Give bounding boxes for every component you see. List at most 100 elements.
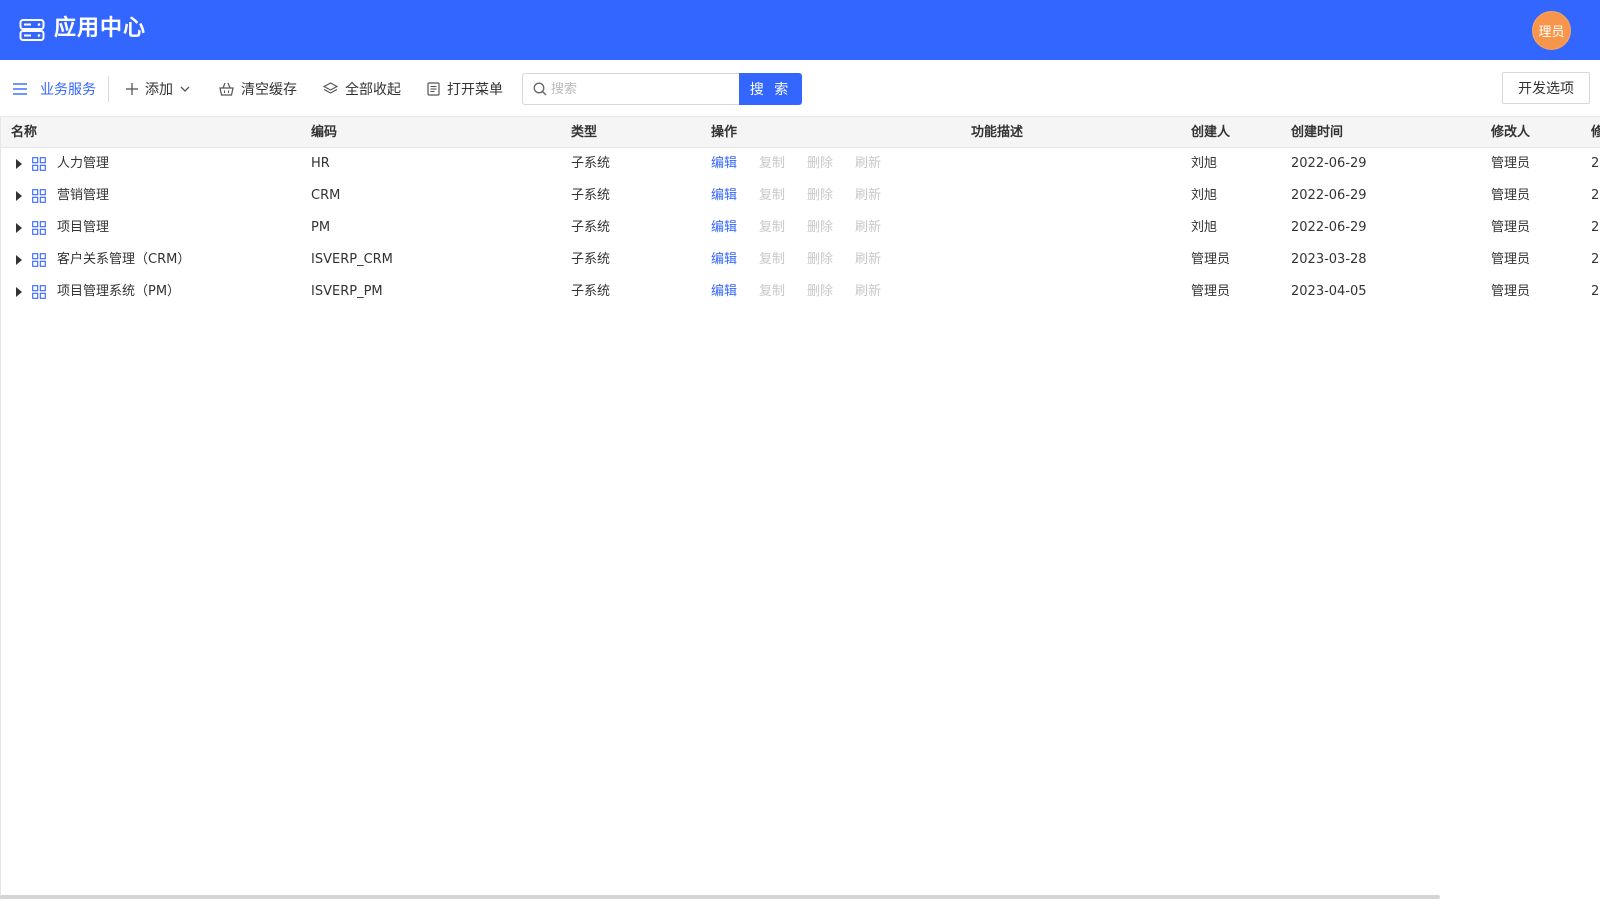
cell-code: PM (311, 220, 331, 235)
table-row[interactable]: 客户关系管理（CRM） ISVERP_CRM 子系统 编辑 复制 删除 刷新 管理员 2023-… (1, 244, 1600, 276)
cell-created-time: 2023-03-28 (1291, 252, 1367, 267)
cell-creator: 刘旭 (1191, 188, 1218, 203)
clear-cache-label: 清空缓存 (241, 82, 297, 98)
refresh-link[interactable]: 刷新 (855, 212, 881, 244)
cell-modifier: 管理员 (1491, 284, 1531, 299)
column-header-modified-time[interactable]: 修 (1591, 117, 1600, 148)
table-row[interactable]: 项目管理系统（PM） ISVERP_PM 子系统 编辑 复制 删除 刷新 管理员 2023-04… (1, 276, 1600, 308)
menu-icon (13, 83, 27, 95)
cell-name: 客户关系管理（CRM） (57, 252, 191, 267)
add-label: 添加 (145, 82, 173, 98)
edit-link[interactable]: 编辑 (711, 276, 737, 308)
horizontal-scrollbar[interactable] (0, 895, 1440, 899)
delete-link[interactable]: 删除 (807, 212, 833, 244)
column-header-description[interactable]: 功能描述 (971, 117, 1023, 148)
layers-icon (323, 82, 338, 94)
refresh-link[interactable]: 刷新 (855, 244, 881, 276)
copy-link[interactable]: 复制 (759, 276, 785, 308)
column-header-created-time[interactable]: 创建时间 (1291, 117, 1343, 148)
cell-type: 子系统 (571, 220, 611, 235)
column-header-name[interactable]: 名称 (11, 117, 37, 148)
cell-creator: 管理员 (1191, 284, 1231, 299)
cell-code: ISVERP_CRM (311, 252, 393, 267)
cell-creator: 刘旭 (1191, 220, 1218, 235)
refresh-link[interactable]: 刷新 (855, 180, 881, 212)
search-button[interactable]: 搜 索 (739, 73, 802, 105)
cell-code: CRM (311, 188, 341, 203)
business-service-label: 业务服务 (40, 82, 96, 98)
delete-link[interactable]: 删除 (807, 180, 833, 212)
copy-link[interactable]: 复制 (759, 180, 785, 212)
expand-arrow-icon[interactable] (15, 158, 23, 170)
collapse-all-label: 全部收起 (345, 82, 401, 98)
cell-created-time: 2023-04-05 (1291, 284, 1367, 299)
cell-created-time: 2022-06-29 (1291, 220, 1367, 235)
column-header-modifier[interactable]: 修改人 (1491, 117, 1530, 148)
clear-cache-button[interactable]: 清空缓存 (219, 77, 297, 101)
module-icon (32, 253, 46, 267)
copy-link[interactable]: 复制 (759, 148, 785, 180)
expand-arrow-icon[interactable] (15, 222, 23, 234)
refresh-link[interactable]: 刷新 (855, 276, 881, 308)
expand-arrow-icon[interactable] (15, 254, 23, 266)
cell-name: 营销管理 (57, 188, 110, 203)
copy-link[interactable]: 复制 (759, 212, 785, 244)
cell-modified-time: 2( (1591, 252, 1600, 267)
module-icon (32, 189, 46, 203)
cell-name: 项目管理 (57, 220, 110, 235)
search-icon (533, 82, 547, 96)
delete-link[interactable]: 删除 (807, 276, 833, 308)
refresh-link[interactable]: 刷新 (855, 148, 881, 180)
expand-arrow-icon[interactable] (15, 286, 23, 298)
module-icon (32, 157, 46, 171)
cell-description (971, 212, 1181, 244)
collapse-all-button[interactable]: 全部收起 (323, 77, 401, 101)
copy-link[interactable]: 复制 (759, 244, 785, 276)
cell-modifier: 管理员 (1491, 156, 1531, 171)
open-menu-label: 打开菜单 (447, 82, 503, 98)
cell-type: 子系统 (571, 284, 611, 299)
table-row[interactable]: 项目管理 PM 子系统 编辑复制删除刷新 刘旭 2022-06-29 管理员 2( (1, 212, 1600, 244)
cell-modifier: 管理员 (1491, 252, 1531, 267)
cell-created-time: 2022-06-29 (1291, 188, 1367, 203)
add-button[interactable]: 添加 (126, 77, 190, 101)
server-icon (19, 19, 45, 41)
table-row[interactable]: 人力管理 HR 子系统 编辑复制删除刷新 刘旭 2022-06-29 管理员 2( (1, 148, 1600, 180)
edit-link[interactable]: 编辑 (711, 244, 737, 276)
cell-type: 子系统 (571, 252, 611, 267)
edit-link[interactable]: 编辑 (711, 148, 737, 180)
cell-description (971, 276, 1181, 308)
expand-arrow-icon[interactable] (15, 190, 23, 202)
cell-creator: 管理员 (1191, 252, 1231, 267)
delete-link[interactable]: 删除 (807, 244, 833, 276)
cell-created-time: 2022-06-29 (1291, 156, 1367, 171)
cell-description (971, 180, 1181, 212)
data-table: 名称 编码 类型 操作 功能描述 创建人 创建时间 修改人 修 人力管理 HR 子系… (0, 117, 1600, 900)
cell-modified-time: 2( (1591, 220, 1600, 235)
edit-link[interactable]: 编辑 (711, 180, 737, 212)
column-header-code[interactable]: 编码 (311, 117, 337, 148)
cell-code: HR (311, 156, 330, 171)
document-icon (427, 82, 440, 96)
column-header-type[interactable]: 类型 (571, 117, 597, 148)
cell-name: 人力管理 (57, 156, 110, 171)
delete-link[interactable]: 删除 (807, 148, 833, 180)
open-menu-button[interactable]: 打开菜单 (427, 77, 503, 101)
cell-description (971, 148, 1181, 180)
cell-code: ISVERP_PM (311, 284, 383, 299)
dev-options-button[interactable]: 开发选项 (1502, 72, 1590, 104)
toolbar: 业务服务 添加 清空缓存 全部收起 打开菜单 搜索 搜 索 开发选项 (0, 60, 1600, 117)
column-header-creator[interactable]: 创建人 (1191, 117, 1230, 148)
cell-type: 子系统 (571, 156, 611, 171)
edit-link[interactable]: 编辑 (711, 212, 737, 244)
search-box (522, 73, 739, 105)
table-row[interactable]: 营销管理 CRM 子系统 编辑复制删除刷新 刘旭 2022-06-29 管理员 2( (1, 180, 1600, 212)
cell-creator: 刘旭 (1191, 156, 1218, 171)
app-header: 应用中心 理员 (0, 0, 1600, 60)
search-input[interactable] (551, 81, 731, 97)
table-header: 名称 编码 类型 操作 功能描述 创建人 创建时间 修改人 修 (1, 117, 1600, 148)
business-service-button[interactable]: 业务服务 (13, 77, 96, 101)
cell-type: 子系统 (571, 188, 611, 203)
column-header-actions: 操作 (711, 125, 738, 140)
user-avatar[interactable]: 理员 (1532, 11, 1571, 50)
